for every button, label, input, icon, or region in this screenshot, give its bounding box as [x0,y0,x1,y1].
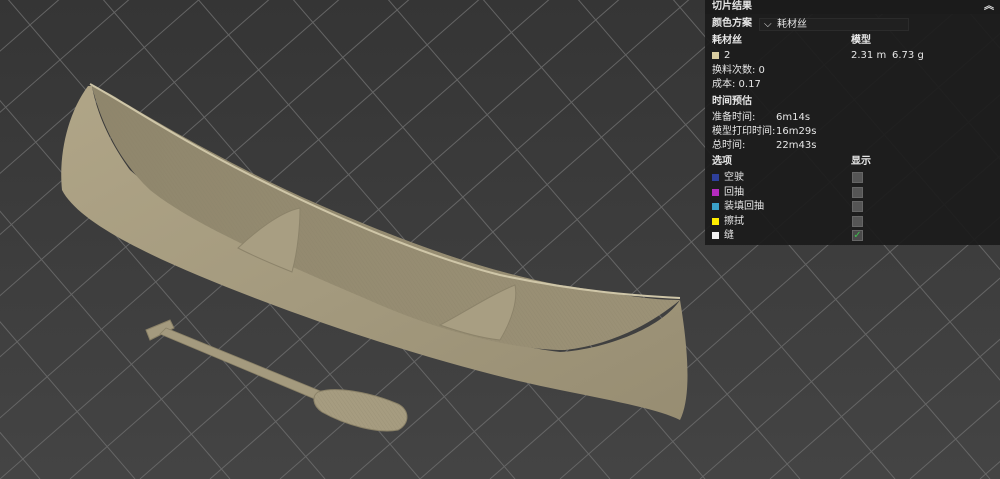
options-header-row: 选项 显示 [705,155,1000,169]
color-scheme-dropdown[interactable]: ⌵ 耗材丝 [759,18,909,31]
model-column-header: 模型 [851,35,871,46]
display-checkbox[interactable] [852,201,863,212]
option-color-swatch [712,203,719,210]
filament-header-row: 耗材丝 模型 [705,34,1000,48]
display-checkbox[interactable] [852,215,863,227]
time-estimate-title: 时间预估 [712,96,752,107]
option-color-swatch [712,174,719,181]
option-row[interactable]: 回抽 [705,186,1000,200]
panel-title: 切片结果 [712,1,752,12]
color-scheme-label: 颜色方案 [712,18,752,29]
option-color-swatch [712,217,719,225]
panel-header: 切片结果 ︽ [705,0,1000,14]
print-time-row: 模型打印时间: 16m29s [705,125,1000,139]
option-row[interactable]: 擦拭 [705,215,1000,229]
print-time-label: 模型打印时间: [712,126,776,137]
display-checkbox-checked[interactable]: ✓ [852,230,863,241]
collapse-chevron-icon[interactable]: ︽ [984,0,994,14]
option-color-swatch [712,188,719,196]
filament-column-header: 耗材丝 [712,35,742,46]
chevron-down-icon: ⌵ [764,19,772,30]
filament-id: 2 [724,50,731,61]
color-scheme-value: 耗材丝 [777,19,807,30]
time-estimate-header: 时间预估 [705,95,1000,109]
option-label: 装填回抽 [724,201,764,212]
filament-row: 2 2.31 m 6.73 g [705,49,1000,63]
display-column-header: 显示 [851,156,871,167]
options-column-header: 选项 [712,156,732,167]
option-row[interactable]: 空驶 [705,171,1000,185]
filament-weight: 6.73 g [892,50,924,61]
cost-row: 成本: 0.17 [705,78,1000,92]
check-icon: ✓ [853,230,862,241]
prep-time-row: 准备时间: 6m14s [705,111,1000,125]
total-time-label: 总时间: [712,140,746,151]
option-color-swatch [712,232,719,239]
total-time-row: 总时间: 22m43s [705,139,1000,153]
option-label: 擦拭 [724,215,744,227]
option-label: 空驶 [724,172,744,183]
total-time-value: 22m43s [776,140,817,151]
prep-time-value: 6m14s [776,112,811,123]
display-checkbox[interactable] [852,172,863,183]
swap-count: 换料次数: 0 [712,65,765,76]
cost: 成本: 0.17 [712,79,761,90]
display-checkbox[interactable] [852,186,863,198]
slice-result-panel: 切片结果 ︽ 颜色方案 ⌵ 耗材丝 耗材丝 模型 2 2.31 m 6.73 g… [705,0,1000,245]
color-scheme-row: 颜色方案 ⌵ 耗材丝 [705,17,1000,31]
option-label: 回抽 [724,186,744,198]
print-time-value: 16m29s [776,126,817,137]
option-label: 缝 [724,230,734,241]
prep-time-label: 准备时间: [712,112,756,123]
option-row[interactable]: 装填回抽 [705,200,1000,214]
option-row[interactable]: 缝 ✓ [705,229,1000,243]
filament-length: 2.31 m [851,50,887,61]
filament-color-swatch [712,52,719,59]
swap-count-row: 换料次数: 0 [705,64,1000,78]
